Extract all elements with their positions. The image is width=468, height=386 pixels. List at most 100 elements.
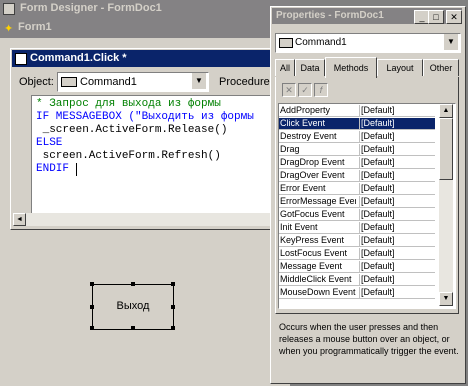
method-value: [Default] xyxy=(359,261,437,272)
method-name: ErrorMessage Event xyxy=(280,196,356,206)
methods-grid-rows: AddProperty [Default] Click Event [Default]… xyxy=(279,105,437,305)
code-window-titlebar[interactable]: Command1.Click * xyxy=(12,50,282,67)
method-row[interactable]: KeyPress Event [Default] xyxy=(279,235,435,247)
method-name: AddProperty xyxy=(280,105,331,115)
properties-tabs: All Data Methods Layout Other xyxy=(275,57,459,78)
tab-layout-label: Layout xyxy=(386,63,414,73)
method-value: [Default] xyxy=(359,144,437,155)
tab-methods[interactable]: Methods xyxy=(325,57,377,78)
method-name: LostFocus Event xyxy=(280,248,348,258)
object-select[interactable]: Command1 ▼ xyxy=(57,72,209,92)
method-row[interactable]: GotFocus Event [Default] xyxy=(279,209,435,221)
code-hscrollbar[interactable]: ◄ xyxy=(13,213,281,226)
method-value: [Default] xyxy=(359,274,437,285)
command-icon xyxy=(61,77,77,87)
method-name: Destroy Event xyxy=(280,131,337,141)
method-row[interactable]: MouseDown Event [Default] xyxy=(279,287,435,299)
method-value: [Default] xyxy=(359,287,437,298)
methods-panel: ✕ ✓ f AddProperty [Default] Click Event [De… xyxy=(275,77,459,314)
text-cursor xyxy=(76,163,77,176)
method-value: [Default] xyxy=(359,183,437,194)
resize-handle-tm[interactable] xyxy=(131,282,135,286)
method-row[interactable]: DragOver Event [Default] xyxy=(279,170,435,182)
exit-button-label: Выход xyxy=(116,300,150,312)
scroll-down-icon[interactable]: ▼ xyxy=(439,292,453,306)
method-row[interactable]: Destroy Event [Default] xyxy=(279,131,435,143)
scroll-left-icon[interactable]: ◄ xyxy=(13,213,26,226)
form-designer-titlebar[interactable]: Form Designer - FormDoc1 xyxy=(0,0,290,18)
form-designer-title: Form Designer - FormDoc1 xyxy=(20,2,162,14)
method-value: [Default] xyxy=(359,222,437,233)
method-name: DragDrop Event xyxy=(280,157,345,167)
code-window-icon xyxy=(15,53,27,65)
code-line-6: ENDIF xyxy=(36,163,70,175)
object-label: Object: xyxy=(19,76,54,88)
code-line-3: _screen.ActiveForm.Release() xyxy=(36,124,228,136)
function-icon[interactable]: f xyxy=(314,83,328,97)
resize-handle-mr[interactable] xyxy=(171,305,175,309)
resize-handle-tl[interactable] xyxy=(90,282,94,286)
scroll-thumb[interactable] xyxy=(439,118,453,180)
code-line-1: * Запрос для выхода из формы xyxy=(36,98,221,110)
tab-data[interactable]: Data xyxy=(295,59,325,76)
chevron-down-icon[interactable]: ▼ xyxy=(192,73,206,89)
close-icon[interactable]: ✕ xyxy=(446,10,462,24)
resize-handle-ml[interactable] xyxy=(90,305,94,309)
method-row[interactable]: Message Event [Default] xyxy=(279,261,435,273)
properties-object-value: Command1 xyxy=(295,37,347,48)
method-row[interactable]: AddProperty [Default] xyxy=(279,105,435,117)
form1-title: Form1 xyxy=(18,21,52,33)
method-name: MiddleClick Event xyxy=(280,274,352,284)
object-select-value: Command1 xyxy=(80,76,137,88)
resize-handle-bm[interactable] xyxy=(131,326,135,330)
properties-object-select[interactable]: Command1 ▼ xyxy=(275,33,461,53)
scroll-up-icon[interactable]: ▲ xyxy=(439,104,453,118)
method-row[interactable]: DragDrop Event [Default] xyxy=(279,157,435,169)
tab-other-label: Other xyxy=(429,63,453,73)
tab-layout[interactable]: Layout xyxy=(377,59,423,76)
code-line-2: IF MESSAGEBOX ("Выходить из формы xyxy=(36,111,254,123)
method-row[interactable]: LostFocus Event [Default] xyxy=(279,248,435,260)
tab-data-label: Data xyxy=(300,63,320,73)
code-window-title: Command1.Click * xyxy=(30,52,127,64)
properties-titlebar[interactable]: Properties - FormDoc1 _ □ ✕ xyxy=(272,8,462,24)
maximize-icon[interactable]: □ xyxy=(428,10,444,24)
method-value: [Default] xyxy=(359,105,437,116)
tab-methods-label: Methods xyxy=(333,63,369,73)
method-value: [Default] xyxy=(359,170,437,181)
property-description: Occurs when the user presses and then re… xyxy=(279,322,459,356)
method-row[interactable]: MiddleClick Event [Default] xyxy=(279,274,435,286)
method-name: Init Event xyxy=(280,222,318,232)
exit-button[interactable]: Выход xyxy=(92,284,174,330)
chevron-down-icon[interactable]: ▼ xyxy=(444,34,458,50)
resize-handle-tr[interactable] xyxy=(171,282,175,286)
method-value: [Default] xyxy=(359,196,437,207)
resize-handle-br[interactable] xyxy=(171,326,175,330)
method-value: [Default] xyxy=(359,118,437,129)
properties-title: Properties - FormDoc1 xyxy=(276,10,384,21)
resize-handle-bl[interactable] xyxy=(90,326,94,330)
properties-window: Properties - FormDoc1 _ □ ✕ Command1 ▼ A… xyxy=(270,6,466,384)
methods-vscrollbar[interactable]: ▲ ▼ xyxy=(439,104,453,306)
methods-grid[interactable]: AddProperty [Default] Click Event [Default]… xyxy=(278,103,456,309)
method-row[interactable]: Click Event [Default] xyxy=(279,118,435,130)
method-row[interactable]: Error Event [Default] xyxy=(279,183,435,195)
tab-other[interactable]: Other xyxy=(423,59,459,76)
form1-titlebar[interactable]: ✦ Form1 xyxy=(0,18,290,38)
form-icon: ✦ xyxy=(4,23,14,35)
cancel-edit-icon[interactable]: ✕ xyxy=(282,83,296,97)
tab-all[interactable]: All xyxy=(275,59,295,76)
method-row[interactable]: ErrorMessage Event [Default] xyxy=(279,196,435,208)
method-value: [Default] xyxy=(359,248,437,259)
code-line-4: ELSE xyxy=(36,137,63,149)
method-name: Message Event xyxy=(280,261,343,271)
code-editor[interactable]: * Запрос для выхода из формы IF MESSAGEB… xyxy=(31,95,283,214)
method-row[interactable]: Drag [Default] xyxy=(279,144,435,156)
method-name: Drag xyxy=(280,144,300,154)
accept-edit-icon[interactable]: ✓ xyxy=(298,83,312,97)
method-value: [Default] xyxy=(359,209,437,220)
method-name: Click Event xyxy=(280,118,326,128)
method-row[interactable]: Init Event [Default] xyxy=(279,222,435,234)
code-window: Command1.Click * Object: Command1 ▼ Proc… xyxy=(10,48,286,230)
method-value: [Default] xyxy=(359,157,437,168)
